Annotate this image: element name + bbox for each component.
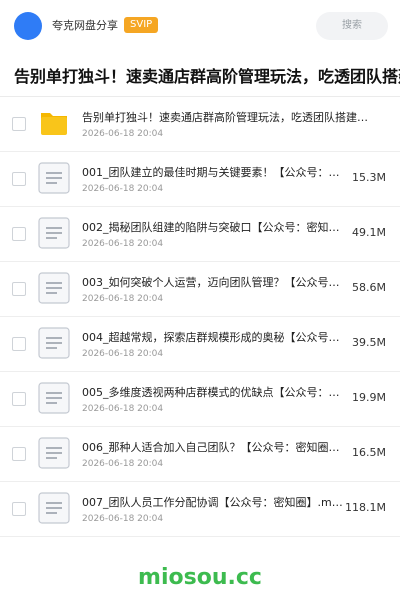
row-checkbox[interactable] [12,227,26,241]
file-size: 118.1M [345,501,386,514]
file-name[interactable]: 007_团队人员工作分配协调【公众号：密知圈】.m… [82,495,350,511]
document-icon [38,217,70,249]
file-size: 58.6M [352,281,386,294]
row-checkbox[interactable] [12,447,26,461]
file-date: 2026-06-18 20:04 [82,294,164,304]
file-row[interactable]: 002_揭秘团队组建的陷阱与突破口【公众号：密知圈… 2026-06-18 20:… [0,207,400,262]
file-name[interactable]: 005_多维度透视两种店群模式的优缺点【公众号：密… [82,385,350,401]
file-row[interactable]: 001_团队建立的最佳时期与关键要素！【公众号：密… 2026-06-18 20:… [0,152,400,207]
file-size: 15.3M [352,171,386,184]
file-row[interactable]: 005_多维度透视两种店群模式的优缺点【公众号：密… 2026-06-18 20:… [0,372,400,427]
file-date: 2026-06-18 20:04 [82,404,164,414]
document-icon [38,327,70,359]
file-row[interactable]: 004_超越常规，探索店群规模形成的奥秘【公众号：… 2026-06-18 20:… [0,317,400,372]
file-name[interactable]: 告别单打独斗！速卖通店群高阶管理玩法，吃透团队搭建… [82,110,372,126]
file-name[interactable]: 002_揭秘团队组建的陷阱与突破口【公众号：密知圈… [82,220,350,236]
file-row[interactable]: 003_如何突破个人运营，迈向团队管理？【公众号：… 2026-06-18 20:… [0,262,400,317]
page-title: 告别单打独斗！速卖通店群高阶管理玩法，吃透团队搭建、 [14,67,400,86]
file-row[interactable]: 告别单打独斗！速卖通店群高阶管理玩法，吃透团队搭建… 2026-06-18 20:… [0,97,400,152]
app-name: 夸克网盘分享 [52,19,118,32]
document-icon [38,272,70,304]
file-name[interactable]: 006_那种人适合加入自己团队？【公众号：密知圈】… [82,440,350,456]
file-date: 2026-06-18 20:04 [82,349,164,359]
file-size: 19.9M [352,391,386,404]
file-name[interactable]: 004_超越常规，探索店群规模形成的奥秘【公众号：… [82,330,350,346]
svip-badge: SVIP [124,17,159,33]
row-checkbox[interactable] [12,282,26,296]
file-list: 告别单打独斗！速卖通店群高阶管理玩法，吃透团队搭建… 2026-06-18 20:… [0,97,400,537]
file-date: 2026-06-18 20:04 [82,514,164,524]
watermark: miosou.cc [138,565,262,590]
file-row[interactable]: 006_那种人适合加入自己团队？【公众号：密知圈】… 2026-06-18 20:… [0,427,400,482]
row-checkbox[interactable] [12,392,26,406]
row-checkbox[interactable] [12,502,26,516]
file-size: 39.5M [352,336,386,349]
header: 夸克网盘分享 SVIP 搜索 [0,0,400,52]
file-name[interactable]: 001_团队建立的最佳时期与关键要素！【公众号：密… [82,165,350,181]
file-size: 16.5M [352,446,386,459]
folder-icon [38,107,70,139]
row-checkbox[interactable] [12,172,26,186]
file-date: 2026-06-18 20:04 [82,184,164,194]
document-icon [38,437,70,469]
row-checkbox[interactable] [12,117,26,131]
file-date: 2026-06-18 20:04 [82,459,164,469]
file-size: 49.1M [352,226,386,239]
file-name[interactable]: 003_如何突破个人运营，迈向团队管理？【公众号：… [82,275,350,291]
document-icon [38,492,70,524]
row-checkbox[interactable] [12,337,26,351]
search-input[interactable]: 搜索 [316,12,388,40]
document-icon [38,162,70,194]
file-date: 2026-06-18 20:04 [82,129,164,139]
file-row[interactable]: 007_团队人员工作分配协调【公众号：密知圈】.m… 2026-06-18 20:… [0,482,400,537]
document-icon [38,382,70,414]
avatar[interactable] [14,12,42,40]
file-date: 2026-06-18 20:04 [82,239,164,249]
